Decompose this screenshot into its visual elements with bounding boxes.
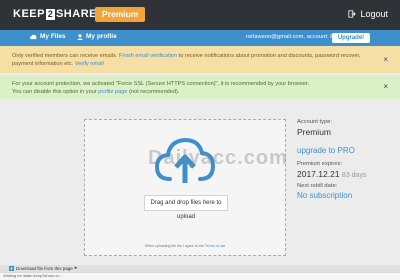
account-sidebar: Account type: Premium upgrade to PRO Pre… [297, 119, 397, 200]
ssl-text-part2: You can disable this option in your [12, 89, 97, 95]
watermark: Dailyacc.com [148, 147, 288, 169]
premium-expires-label: Premium expires: [297, 161, 343, 167]
ssl-text-part3: (not recommended). [129, 89, 180, 95]
nav-my-profile[interactable]: My profile [77, 33, 117, 40]
expires-days: 83 days [341, 172, 367, 179]
rebill-value[interactable]: No subscription [297, 191, 397, 200]
ssl-alert: For your account protection, we activate… [0, 75, 400, 99]
premium-expires-value: 2017.12.21 83 days [297, 169, 397, 179]
cloud-icon [30, 34, 37, 39]
nav-my-files-label: My Files [40, 33, 66, 40]
verify-text-part1: Only verified members can receive emails… [12, 53, 118, 59]
terms-text: When uploading file file I agree to the [144, 244, 204, 248]
logout-icon [348, 10, 357, 18]
upgrade-pro-link[interactable]: upgrade to PRO [297, 146, 397, 155]
verify-email-link[interactable]: Verify email [75, 61, 104, 67]
close-icon[interactable]: × [383, 82, 388, 91]
ssl-alert-text: For your account protection, we activate… [12, 80, 372, 96]
logout-label: Logout [360, 9, 388, 19]
logo-text-right: SHARE [55, 8, 97, 20]
ssl-text-line2: You can disable this option in your prof… [12, 88, 372, 96]
download-link[interactable]: Download file from this page ▸ [9, 264, 77, 272]
download-label: Download file from this page [16, 265, 73, 271]
nav-my-profile-label: My profile [86, 33, 117, 40]
user-icon [77, 33, 83, 40]
verify-email-text: Only verified members can receive emails… [12, 52, 362, 68]
chevron-right-icon: ▸ [74, 265, 78, 271]
logo-text-left: KEEP [13, 8, 45, 20]
account-type-value: Premium [297, 127, 332, 137]
account-type-label: Account type: [297, 119, 333, 125]
profile-page-link[interactable]: profile page [98, 89, 127, 95]
upload-button[interactable]: Drag and drop files here to upload [144, 195, 228, 220]
upload-dropzone[interactable]: Drag and drop files here to upload When … [84, 119, 286, 256]
terms-notice: When uploading file file I agree to the … [85, 244, 285, 248]
expires-date: 2017.12.21 [297, 169, 340, 179]
logo-badge: 2 [45, 8, 55, 20]
nav-my-files[interactable]: My Files [30, 33, 66, 40]
ssl-text-line1: For your account protection, we activate… [12, 81, 309, 87]
finish-verification-link[interactable]: Finish email verification [119, 53, 177, 59]
close-icon[interactable]: × [383, 55, 388, 64]
upgrade-button[interactable]: Upgrade! [332, 33, 370, 43]
nav-bar: My Files My profile rorlawson@gmail.com,… [0, 30, 400, 46]
premium-button[interactable]: Premium [95, 7, 146, 22]
top-bar: KEEP 2 SHARE Premium Logout [0, 0, 400, 30]
rebill-label: Next rebill date: [297, 183, 338, 189]
logout-button[interactable]: Logout [348, 9, 388, 19]
logo[interactable]: KEEP 2 SHARE [13, 8, 97, 20]
download-icon [9, 265, 14, 271]
terms-link[interactable]: Terms of use [205, 244, 226, 248]
status-text: Waiting for static.keep2share.cc... [3, 273, 63, 278]
verify-email-alert: Only verified members can receive emails… [0, 46, 400, 73]
